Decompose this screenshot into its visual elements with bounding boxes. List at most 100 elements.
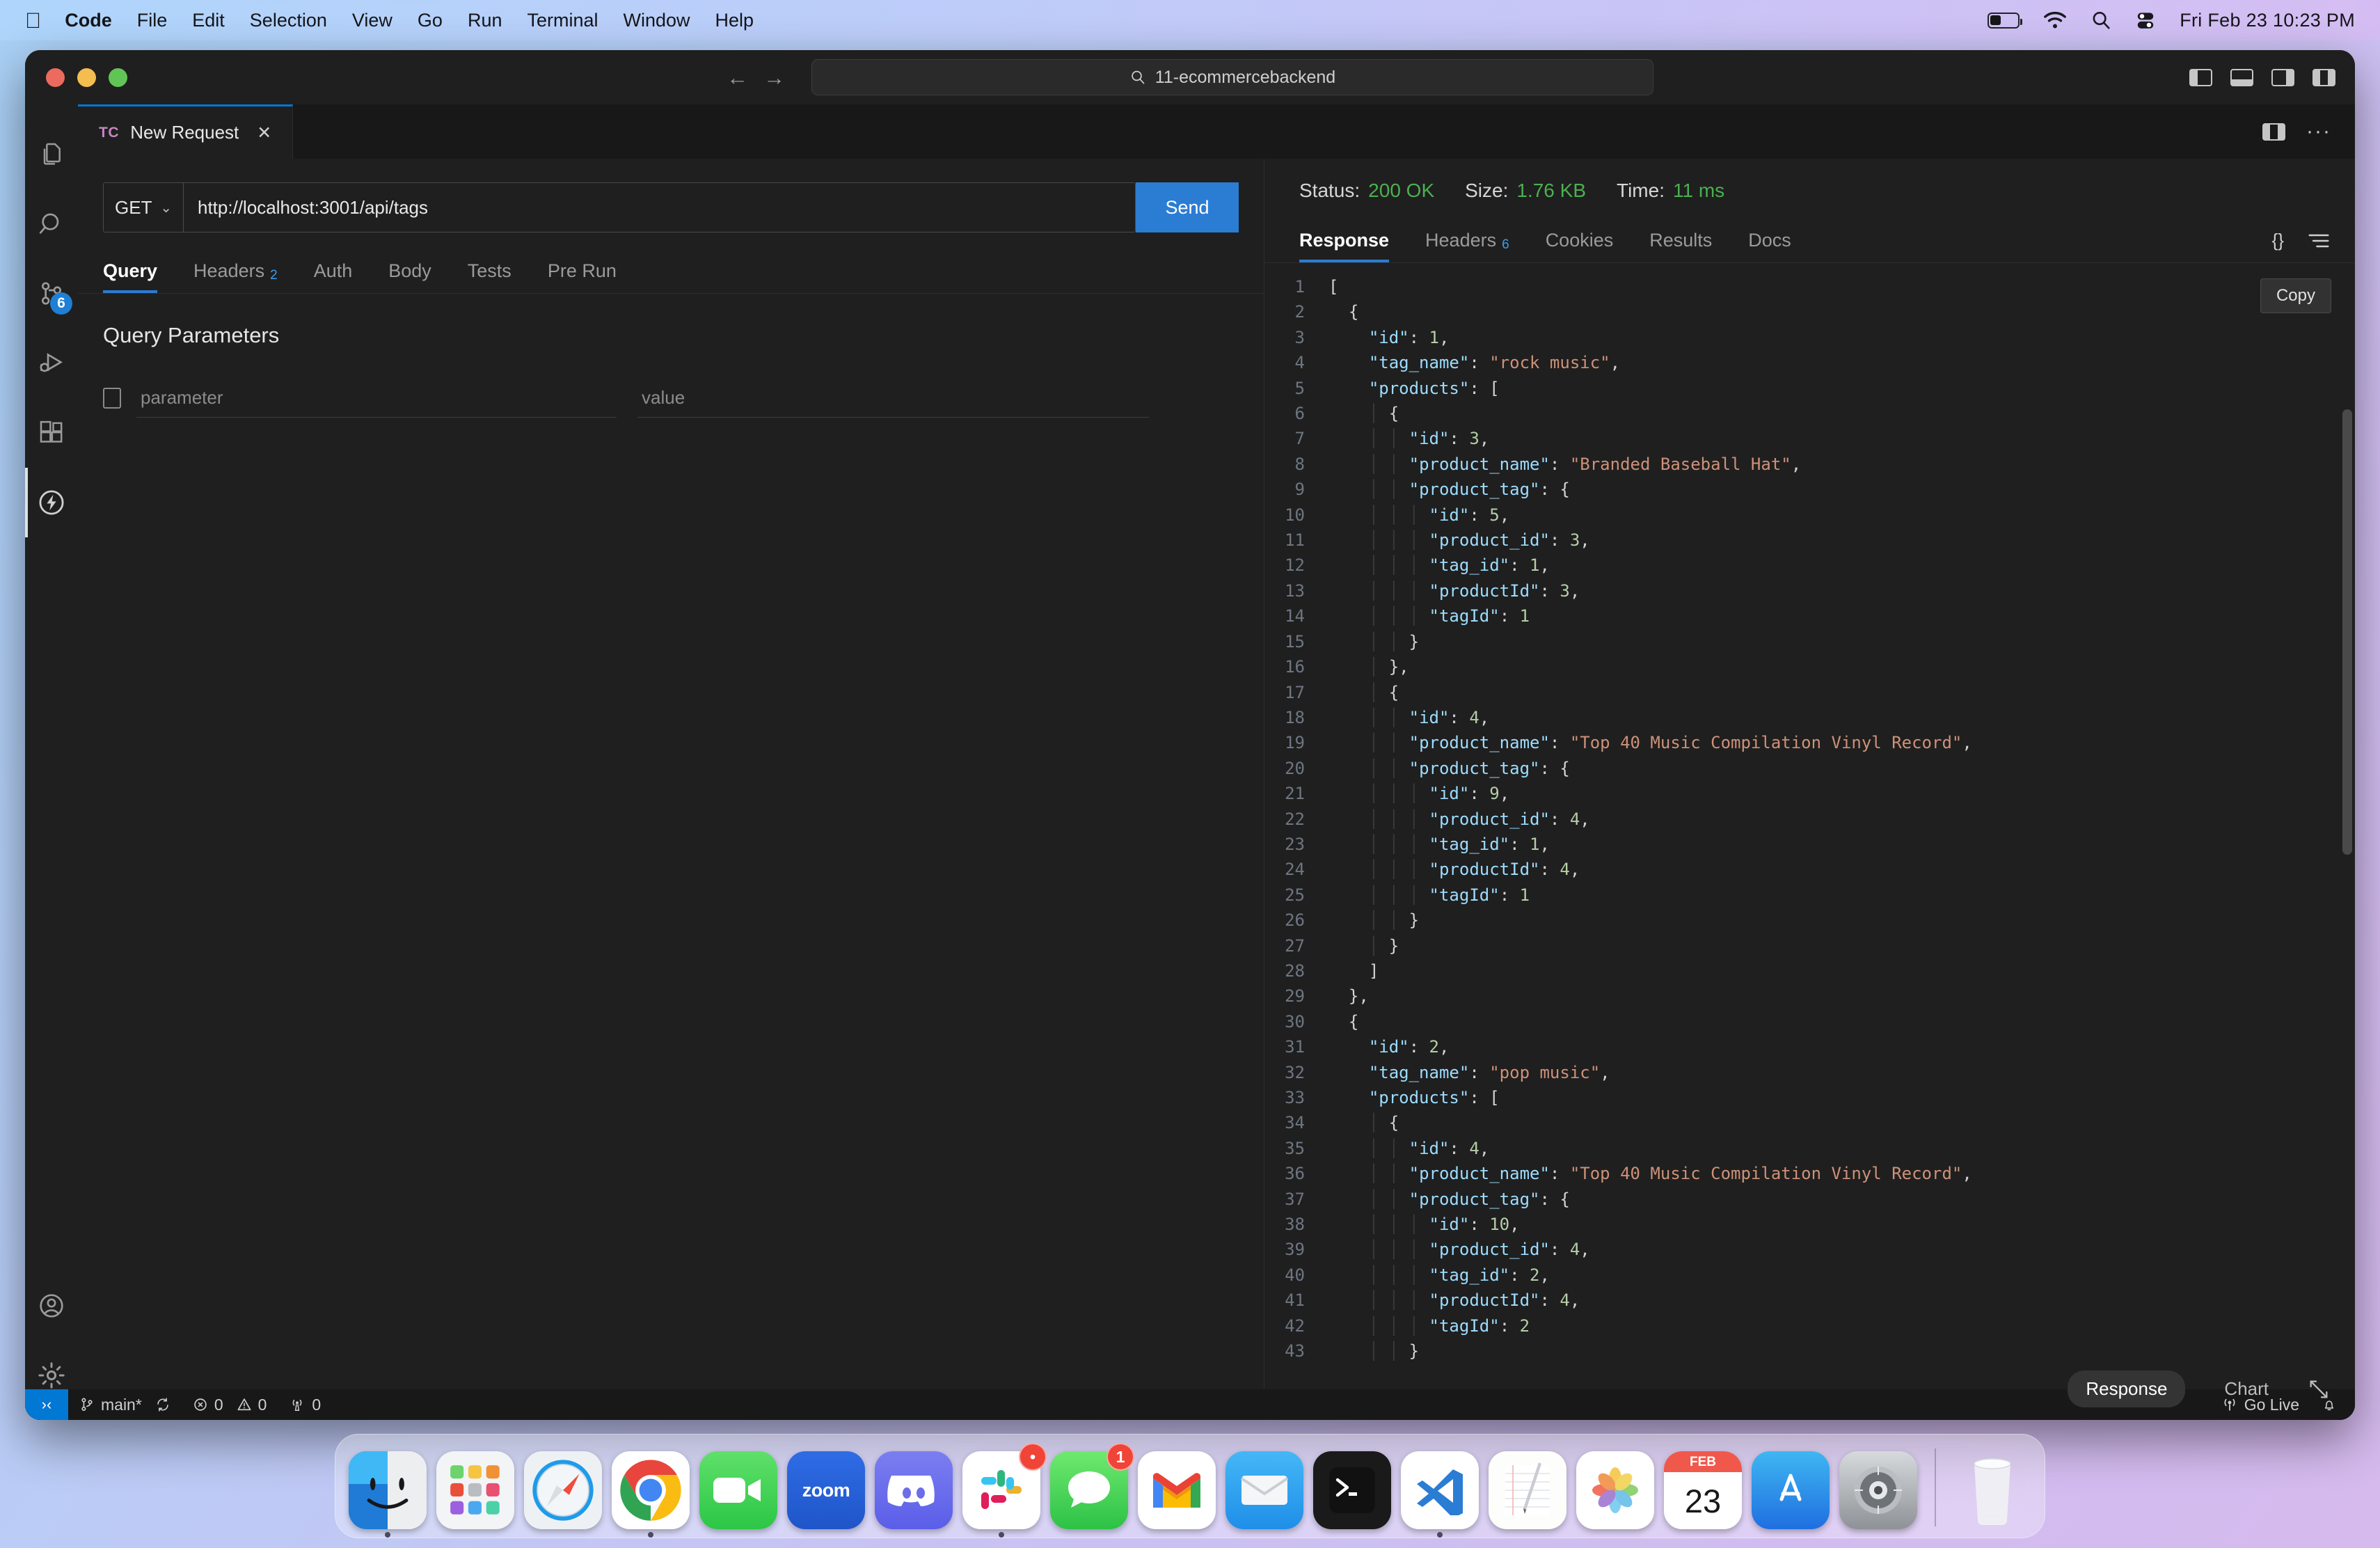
navigate-back-icon[interactable]: ← [727, 67, 748, 88]
send-button[interactable]: Send [1136, 182, 1239, 232]
menu-item-selection[interactable]: Selection [250, 10, 327, 31]
more-actions-icon[interactable]: ··· [2306, 121, 2331, 142]
tab-headers[interactable]: Headers 2 [175, 232, 296, 293]
menu-item-window[interactable]: Window [624, 10, 690, 31]
tab-body[interactable]: Body [370, 232, 450, 293]
dock-item-gmail[interactable] [1136, 1447, 1218, 1529]
indent-guide [1328, 1316, 1349, 1336]
dock-item-finder[interactable] [347, 1447, 429, 1529]
tab-pre-run[interactable]: Pre Run [530, 232, 635, 293]
code-line: 10 │ │ │ "id": 5, [1264, 503, 2355, 528]
tab-response-headers[interactable]: Headers 6 [1407, 202, 1528, 262]
line-content: "products": [ [1328, 376, 2355, 401]
menu-item-file[interactable]: File [137, 10, 168, 31]
sidebar-item-explorer[interactable] [25, 120, 78, 189]
code-token: "product_id" [1429, 1240, 1550, 1259]
sidebar-item-accounts[interactable] [25, 1271, 78, 1341]
apple-menu-icon[interactable]:  [25, 10, 41, 31]
tab-cookies[interactable]: Cookies [1528, 202, 1632, 262]
dock-item-facetime[interactable] [697, 1447, 779, 1529]
tab-auth[interactable]: Auth [296, 232, 371, 293]
battery-icon[interactable] [1988, 13, 2020, 29]
sidebar-item-extensions[interactable] [25, 398, 78, 468]
tab-results[interactable]: Results [1631, 202, 1730, 262]
indent-guide [1349, 1037, 1369, 1057]
dock-item-system-settings[interactable] [1837, 1447, 1919, 1529]
url-input[interactable]: http://localhost:3001/api/tags [184, 183, 1135, 232]
search-icon[interactable] [2091, 10, 2111, 31]
dock-item-appstore[interactable] [1750, 1447, 1832, 1529]
response-json-code: 1[2 {3 "id": 1,4 "tag_name": "rock music… [1264, 263, 2355, 1364]
menu-item-help[interactable]: Help [715, 10, 754, 31]
remote-window-icon[interactable]: ›‹ [25, 1389, 68, 1420]
close-window-button[interactable] [46, 68, 65, 87]
line-content: │ │ │ "id": 9, [1328, 781, 2355, 806]
sidebar-item-source-control[interactable]: 6 [25, 259, 78, 329]
chart-view-button[interactable]: Chart [2206, 1371, 2287, 1407]
sidebar-item-thunder-client[interactable] [25, 468, 78, 537]
indent-guide: │ [1389, 1316, 1409, 1336]
tab-new-request[interactable]: TC New Request ✕ [78, 104, 293, 159]
menu-item-edit[interactable]: Edit [192, 10, 225, 31]
split-editor-icon[interactable] [2262, 123, 2285, 141]
dock-item-notes[interactable] [1486, 1447, 1569, 1529]
toggle-primary-sidebar-icon[interactable] [2189, 69, 2212, 86]
git-branch-status[interactable]: main* [68, 1396, 182, 1414]
tab-response[interactable]: Response [1299, 202, 1407, 262]
braces-icon[interactable]: {} [2272, 230, 2284, 251]
indent-guide: │ [1389, 1190, 1409, 1209]
response-body-viewer[interactable]: Copy 1[2 {3 "id": 1,4 "tag_name": "rock … [1264, 263, 2355, 1420]
response-view-button[interactable]: Response [2068, 1371, 2185, 1407]
toggle-panel-icon[interactable] [2230, 69, 2253, 86]
maximize-window-button[interactable] [109, 68, 127, 87]
copy-button[interactable]: Copy [2260, 278, 2331, 313]
menu-item-code[interactable]: Code [65, 10, 112, 31]
dock-item-trash[interactable] [1951, 1447, 2033, 1529]
dock-item-launchpad[interactable] [434, 1447, 516, 1529]
menu-item-terminal[interactable]: Terminal [527, 10, 598, 31]
dock-item-photos[interactable] [1574, 1447, 1656, 1529]
menu-lines-icon[interactable] [2308, 232, 2330, 249]
query-param-name-input[interactable]: parameter [136, 379, 617, 418]
tab-query[interactable]: Query [103, 232, 175, 293]
thunder-client-workspace: GET ⌄ http://localhost:3001/api/tags Sen… [78, 159, 2355, 1420]
dock-item-calendar[interactable]: FEB 23 [1662, 1447, 1744, 1529]
close-icon[interactable]: ✕ [257, 123, 271, 143]
sidebar-item-search[interactable] [25, 189, 78, 259]
line-number: 31 [1264, 1034, 1328, 1059]
http-method-select[interactable]: GET ⌄ [104, 183, 184, 232]
problems-status[interactable]: 0 0 [182, 1396, 278, 1414]
dock-item-safari[interactable] [522, 1447, 604, 1529]
dock-item-slack[interactable]: • [960, 1447, 1042, 1529]
wifi-icon[interactable] [2043, 11, 2067, 29]
dock-item-discord[interactable] [873, 1447, 955, 1529]
dock-item-messages[interactable]: 1 [1048, 1447, 1130, 1529]
minimize-window-button[interactable] [77, 68, 96, 87]
menu-item-go[interactable]: Go [418, 10, 443, 31]
command-center[interactable]: 11-ecommercebackend [811, 59, 1653, 95]
menu-item-run[interactable]: Run [468, 10, 502, 31]
code-token: : [1449, 429, 1469, 448]
dock-item-zoom[interactable]: zoom [785, 1447, 867, 1529]
dock-item-terminal[interactable] [1311, 1447, 1393, 1529]
source-control-badge: 6 [50, 292, 72, 315]
response-scrollbar[interactable] [2342, 409, 2352, 855]
expand-icon[interactable] [2308, 1378, 2330, 1400]
dock-item-vscode[interactable] [1399, 1447, 1481, 1529]
tab-tests[interactable]: Tests [450, 232, 530, 293]
toggle-secondary-sidebar-icon[interactable] [2271, 69, 2294, 86]
query-param-value-input[interactable]: value [637, 379, 1149, 418]
customize-layout-icon[interactable] [2312, 69, 2335, 86]
code-token: "products" [1369, 1088, 1470, 1107]
navigate-forward-icon[interactable]: → [763, 67, 785, 88]
line-content: │ │ │ "product_id": 3, [1328, 528, 2355, 553]
dock-item-mail[interactable] [1223, 1447, 1306, 1529]
sidebar-item-run-and-debug[interactable] [25, 329, 78, 398]
query-param-checkbox[interactable] [103, 388, 121, 409]
menu-bar-clock[interactable]: Fri Feb 23 10:23 PM [2180, 10, 2355, 31]
menu-item-view[interactable]: View [352, 10, 392, 31]
ports-status[interactable]: 0 [278, 1396, 332, 1414]
control-center-icon[interactable] [2135, 10, 2156, 31]
dock-item-chrome[interactable] [610, 1447, 692, 1529]
tab-docs[interactable]: Docs [1730, 202, 1809, 262]
